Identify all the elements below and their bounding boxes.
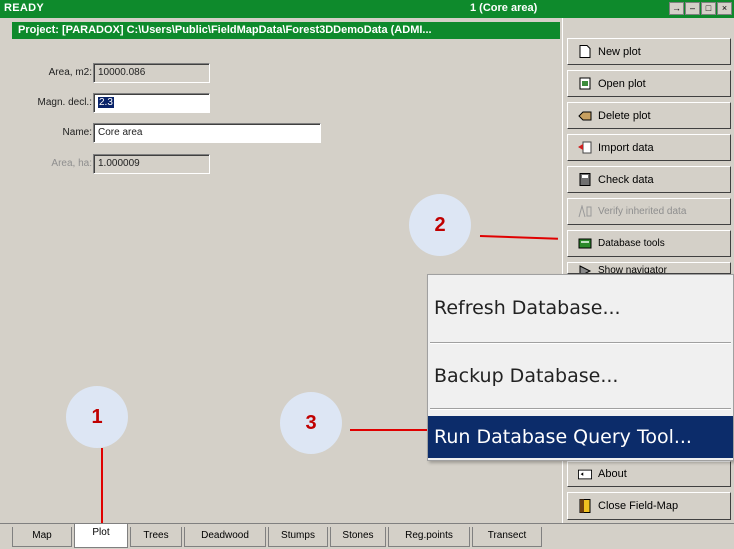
- about-icon: [578, 468, 592, 481]
- title-bar: READY 1 (Core area) → – □ ×: [0, 0, 734, 18]
- callout-2: 2: [409, 194, 471, 256]
- name-field[interactable]: Core area: [93, 123, 321, 143]
- delete-plot-label: Delete plot: [598, 109, 651, 122]
- tab-map[interactable]: Map: [12, 527, 72, 547]
- new-plot-icon: [578, 45, 592, 58]
- delete-plot-button[interactable]: Delete plot: [567, 102, 731, 129]
- menu-item-refresh-database[interactable]: Refresh Database...: [428, 287, 733, 329]
- show-navigator-label: Show navigator: [598, 265, 667, 274]
- tab-reg-points[interactable]: Reg.points: [388, 527, 470, 547]
- tab-trees[interactable]: Trees: [130, 527, 182, 547]
- database-tools-label: Database tools: [598, 238, 665, 249]
- project-bar: Project: [PARADOX] C:\Users\Public\Field…: [12, 22, 560, 39]
- status-text: READY: [4, 2, 45, 14]
- menu-item-backup-database[interactable]: Backup Database...: [428, 355, 733, 397]
- import-data-label: Import data: [598, 141, 654, 154]
- close-fieldmap-label: Close Field-Map: [598, 500, 679, 512]
- name-label: Name:: [62, 127, 92, 138]
- maximize-icon[interactable]: □: [701, 2, 716, 15]
- callout-1-pointer: [101, 448, 103, 523]
- check-data-button[interactable]: Check data: [567, 166, 731, 193]
- window-controls: → – □ ×: [669, 2, 732, 15]
- area-m2-field[interactable]: 10000.086: [93, 63, 210, 83]
- database-tools-button[interactable]: Database tools: [567, 230, 731, 257]
- arrow-icon[interactable]: →: [669, 2, 684, 15]
- check-data-label: Check data: [598, 173, 654, 186]
- tab-bar: Map Plot Trees Deadwood Stumps Stones Re…: [0, 523, 734, 549]
- tab-stones[interactable]: Stones: [330, 527, 386, 547]
- magn-decl-field[interactable]: 2.3: [93, 93, 210, 113]
- new-plot-label: New plot: [598, 45, 641, 58]
- import-data-icon: [578, 141, 592, 154]
- delete-plot-icon: [578, 109, 592, 122]
- open-plot-button[interactable]: Open plot: [567, 70, 731, 97]
- area-m2-label: Area, m2:: [48, 67, 92, 78]
- tab-deadwood[interactable]: Deadwood: [184, 527, 266, 547]
- verify-data-button: Verify inherited data: [567, 198, 731, 225]
- close-icon[interactable]: ×: [717, 2, 732, 15]
- navigator-icon: [578, 265, 592, 273]
- callout-1: 1: [66, 386, 128, 448]
- minimize-icon[interactable]: –: [685, 2, 700, 15]
- about-label: About: [598, 468, 627, 480]
- callout-3-pointer: [350, 429, 427, 431]
- database-tools-menu: Refresh Database... Backup Database... R…: [427, 274, 734, 461]
- tab-transect[interactable]: Transect: [472, 527, 542, 547]
- tab-plot[interactable]: Plot: [74, 524, 128, 548]
- menu-separator: [430, 408, 731, 410]
- verify-data-icon: [578, 205, 592, 218]
- menu-separator: [430, 342, 731, 344]
- check-data-icon: [578, 173, 592, 186]
- tab-stumps[interactable]: Stumps: [268, 527, 328, 547]
- area-ha-label: Area, ha:: [51, 158, 92, 169]
- magn-decl-label: Magn. decl.:: [37, 97, 92, 108]
- verify-data-label: Verify inherited data: [598, 206, 687, 217]
- current-plot-name: 1 (Core area): [470, 2, 538, 14]
- open-plot-label: Open plot: [598, 77, 646, 90]
- close-fieldmap-icon: [578, 499, 592, 513]
- close-fieldmap-button[interactable]: Close Field-Map: [567, 492, 731, 520]
- database-tools-icon: [578, 237, 592, 250]
- open-plot-icon: [578, 77, 592, 90]
- new-plot-button[interactable]: New plot: [567, 38, 731, 65]
- menu-item-run-query-tool[interactable]: Run Database Query Tool...: [428, 416, 733, 458]
- show-navigator-button[interactable]: Show navigator: [567, 262, 731, 274]
- callout-3: 3: [280, 392, 342, 454]
- about-button[interactable]: About: [567, 461, 731, 487]
- magn-decl-value: 2.3: [98, 97, 114, 108]
- import-data-button[interactable]: Import data: [567, 134, 731, 161]
- area-ha-field: 1.000009: [93, 154, 210, 174]
